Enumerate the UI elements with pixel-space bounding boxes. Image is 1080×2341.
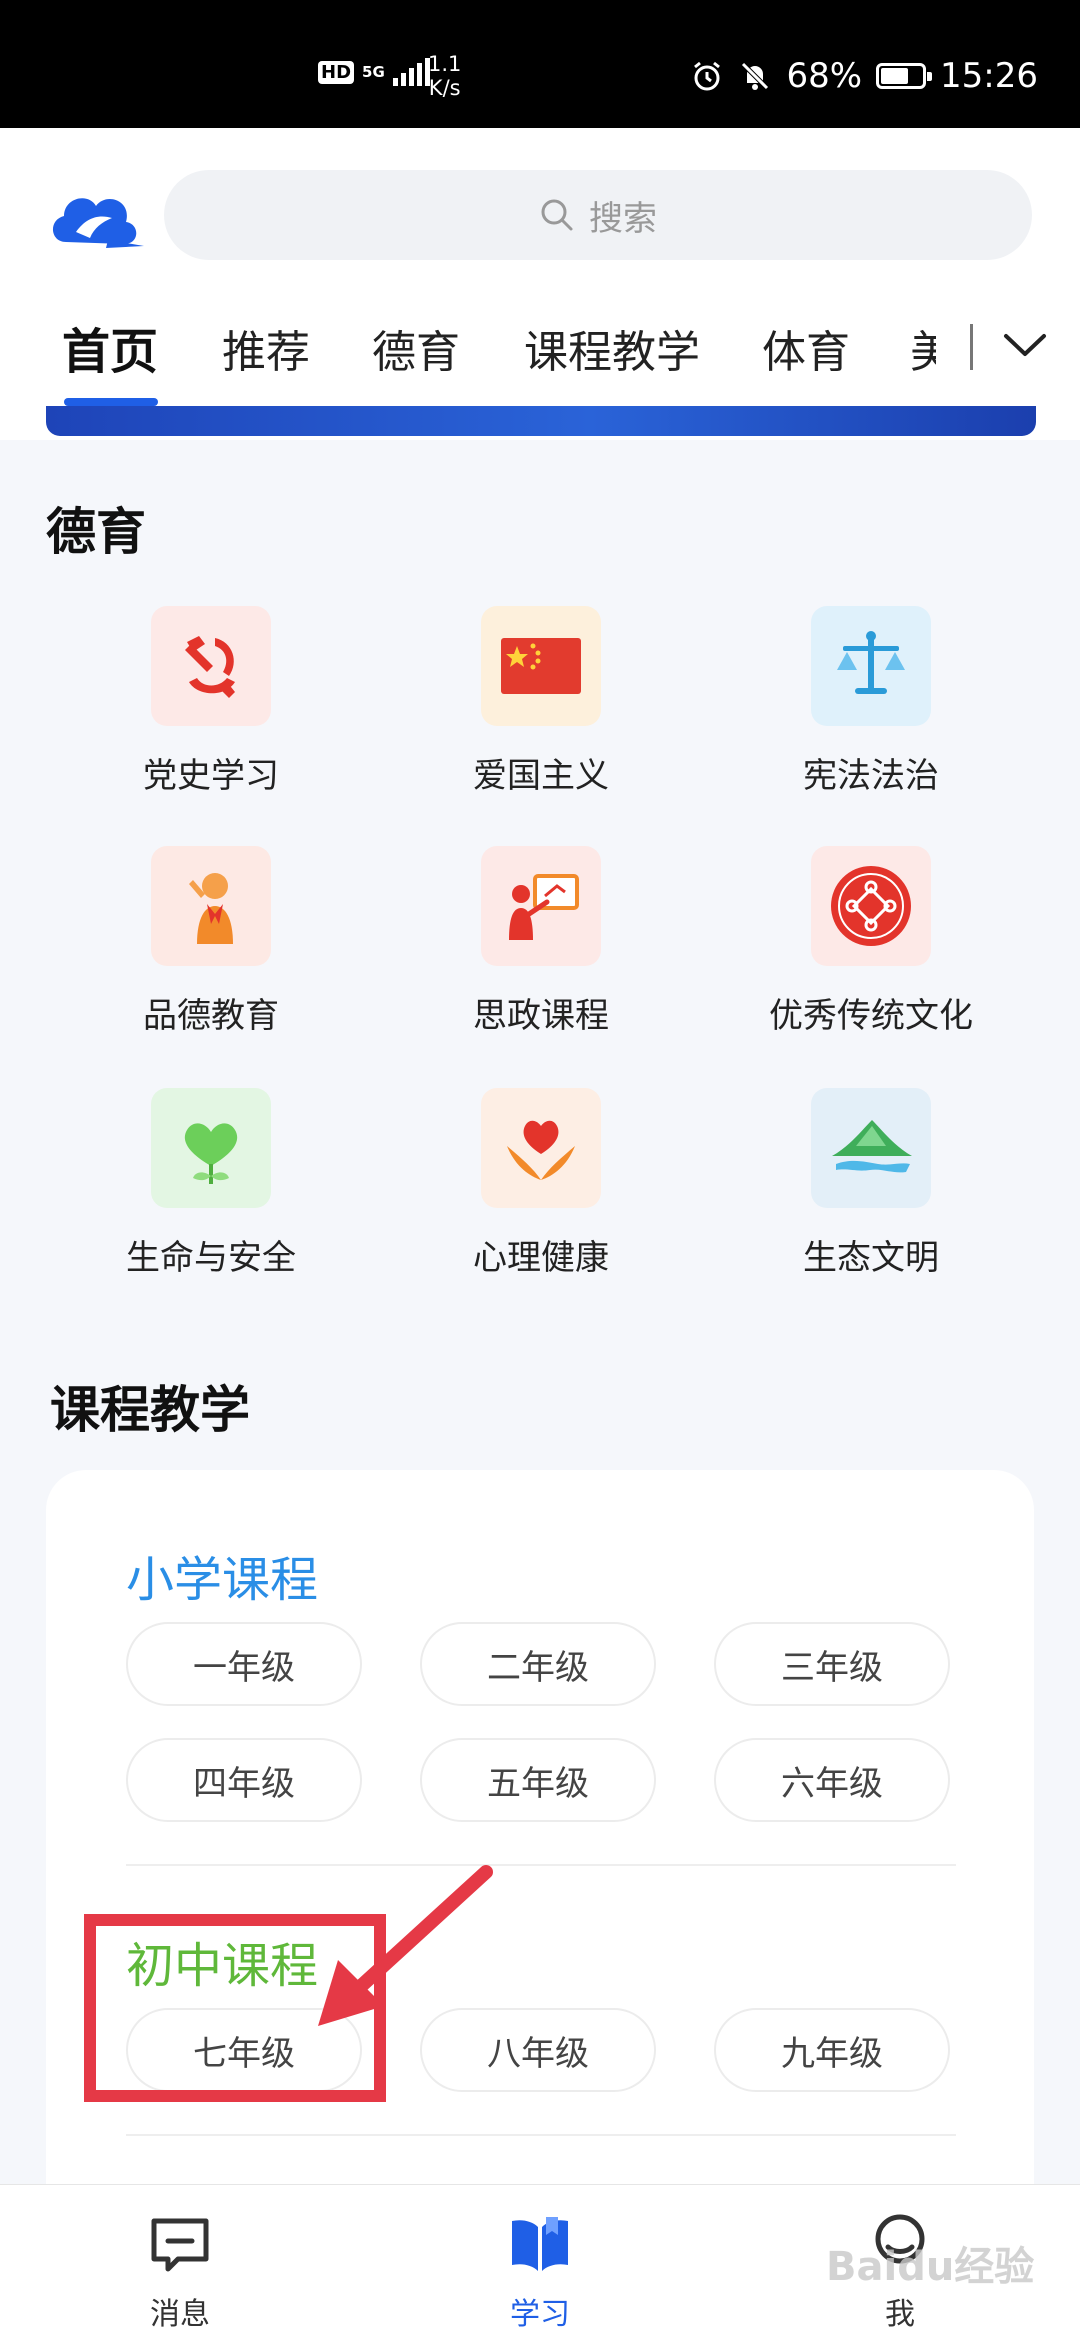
status-bar: HD 5G 1.1 K/s 68% 15:26 bbox=[0, 0, 1080, 128]
section-title-courses: 课程教学 bbox=[50, 1381, 250, 1439]
grid-label: 优秀传统文化 bbox=[769, 996, 973, 1036]
app-logo-icon bbox=[52, 198, 144, 248]
grade-9-button[interactable]: 九年级 bbox=[714, 2008, 950, 2092]
chinese-knot-icon bbox=[811, 846, 931, 966]
nav-messages[interactable]: 消息 bbox=[80, 2185, 280, 2341]
grid-label: 党史学习 bbox=[143, 756, 279, 796]
status-right: 68% 15:26 bbox=[690, 56, 1038, 96]
grid-label: 心理健康 bbox=[473, 1238, 609, 1278]
grid-item-constitution[interactable]: 宪法法治 bbox=[706, 606, 1036, 797]
active-tab-indicator bbox=[64, 398, 158, 406]
grid-item-party-history[interactable]: 党史学习 bbox=[46, 606, 376, 797]
search-placeholder: 搜索 bbox=[589, 198, 657, 239]
grade-3-button[interactable]: 三年级 bbox=[714, 1622, 950, 1706]
grid-item-life-safety[interactable]: 生命与安全 bbox=[46, 1088, 376, 1279]
party-emblem-icon bbox=[151, 606, 271, 726]
section-divider bbox=[126, 1864, 956, 1866]
tab-arts[interactable]: 美 bbox=[910, 316, 936, 380]
grid-label: 思政课程 bbox=[473, 996, 609, 1036]
grid-item-ideology[interactable]: 思政课程 bbox=[376, 846, 706, 1037]
nav-label: 消息 bbox=[150, 2297, 210, 2332]
mute-bell-icon bbox=[741, 62, 770, 90]
network-indicator: HD 5G bbox=[318, 58, 430, 86]
grid-label: 品德教育 bbox=[143, 996, 279, 1036]
grade-4-button[interactable]: 四年级 bbox=[126, 1738, 362, 1822]
grid-item-ecology[interactable]: 生态文明 bbox=[706, 1088, 1036, 1279]
heart-hands-icon bbox=[481, 1088, 601, 1208]
grid-label: 宪法法治 bbox=[803, 756, 939, 796]
tab-moral[interactable]: 德育 bbox=[372, 316, 460, 380]
grade-1-button[interactable]: 一年级 bbox=[126, 1622, 362, 1706]
primary-course-title: 小学课程 bbox=[126, 1552, 319, 1608]
battery-percent: 68% bbox=[786, 56, 863, 96]
message-icon bbox=[151, 2218, 209, 2272]
speed-value: 1.1 bbox=[428, 52, 462, 76]
course-card: 小学课程 一年级 二年级 三年级 四年级 五年级 六年级 初中课程 七年级 八年… bbox=[46, 1470, 1034, 2230]
chevron-down-icon[interactable] bbox=[1002, 326, 1048, 366]
battery-icon bbox=[876, 63, 933, 89]
nav-label: 学习 bbox=[510, 2297, 570, 2332]
grade-6-button[interactable]: 六年级 bbox=[714, 1738, 950, 1822]
grid-item-mental-health[interactable]: 心理健康 bbox=[376, 1088, 706, 1279]
grid-item-character[interactable]: 品德教育 bbox=[46, 846, 376, 1037]
grid-item-patriotism[interactable]: 爱国主义 bbox=[376, 606, 706, 797]
grade-5-button[interactable]: 五年级 bbox=[420, 1738, 656, 1822]
category-tabs: 首页 推荐 德育 课程教学 体育 美 bbox=[0, 316, 1080, 406]
tab-divider bbox=[970, 324, 973, 370]
battery-level bbox=[881, 68, 909, 84]
scales-icon bbox=[811, 606, 931, 726]
teacher-board-icon bbox=[481, 846, 601, 966]
tab-home[interactable]: 首页 bbox=[62, 312, 158, 382]
mountain-landscape-icon bbox=[811, 1088, 931, 1208]
hd-badge: HD bbox=[318, 60, 355, 84]
section-title-moral: 德育 bbox=[46, 503, 146, 561]
grid-item-traditional-culture[interactable]: 优秀传统文化 bbox=[706, 846, 1036, 1037]
national-flag-icon bbox=[481, 606, 601, 726]
nav-study[interactable]: 学习 bbox=[440, 2185, 640, 2341]
app-header: 搜索 首页 推荐 德育 课程教学 体育 美 bbox=[0, 128, 1080, 440]
signal-icon bbox=[392, 58, 430, 86]
clock: 15:26 bbox=[940, 56, 1038, 96]
grid-label: 生命与安全 bbox=[126, 1238, 296, 1278]
green-heart-sprout-icon bbox=[151, 1088, 271, 1208]
book-icon bbox=[512, 2217, 568, 2271]
search-icon bbox=[541, 199, 573, 231]
alarm-icon bbox=[694, 61, 721, 91]
banner-carousel[interactable] bbox=[46, 406, 1036, 436]
tab-recommend[interactable]: 推荐 bbox=[222, 316, 310, 380]
network-speed: 1.1 K/s bbox=[428, 52, 461, 100]
section-divider bbox=[126, 2134, 956, 2136]
grid-label: 生态文明 bbox=[803, 1238, 939, 1278]
search-bar[interactable]: 搜索 bbox=[164, 170, 1032, 260]
grid-label: 爱国主义 bbox=[473, 756, 609, 796]
speed-unit: K/s bbox=[428, 76, 461, 100]
watermark: Baidu经验 bbox=[826, 2244, 1035, 2290]
grade-2-button[interactable]: 二年级 bbox=[420, 1622, 656, 1706]
tab-course-teaching[interactable]: 课程教学 bbox=[524, 316, 700, 380]
network-type: 5G bbox=[362, 62, 385, 81]
nav-label: 我 bbox=[885, 2297, 915, 2332]
tab-sports[interactable]: 体育 bbox=[762, 316, 850, 380]
saluting-pioneer-icon bbox=[151, 846, 271, 966]
pointer-arrow-icon bbox=[318, 1865, 493, 2026]
